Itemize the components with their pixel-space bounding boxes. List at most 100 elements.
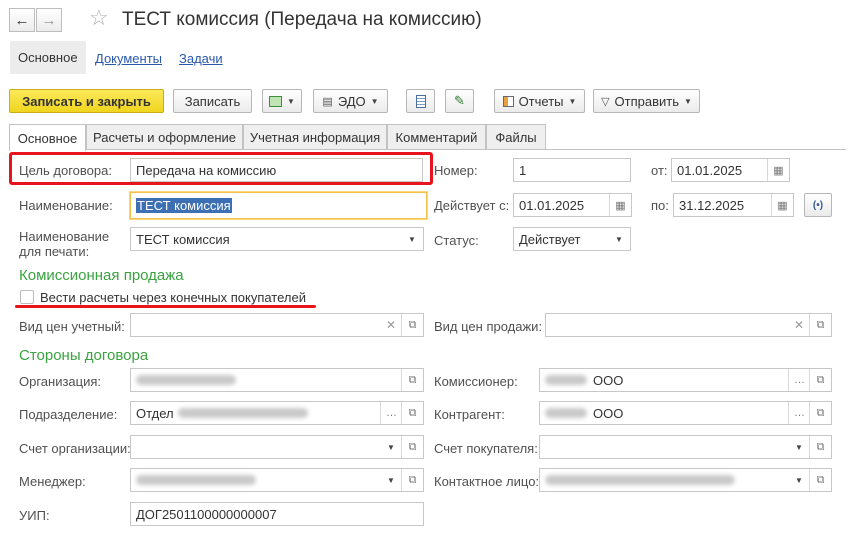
reports-icon (502, 95, 514, 107)
commissioner-field[interactable]: ООО … ⧉ (539, 368, 832, 392)
nav-tab-main[interactable]: Основное (10, 41, 86, 74)
tab-settlements[interactable]: Расчеты и оформление (86, 124, 243, 149)
buyer-account-field[interactable]: ▼ ⧉ (539, 435, 832, 459)
more-icon[interactable]: … (380, 402, 402, 424)
dropdown-icon: ▼ (568, 96, 577, 106)
org-account-label: Счет организации: (19, 441, 131, 456)
clear-icon[interactable]: ✕ (380, 314, 402, 336)
dropdown-icon[interactable]: ▼ (401, 228, 423, 250)
dropdown-icon: ▼ (684, 96, 692, 106)
organization-field[interactable]: ⧉ (130, 368, 424, 392)
print-name-value: ТЕСТ комиссия (136, 231, 230, 247)
save-button[interactable]: Записать (173, 89, 252, 113)
number-label: Номер: (434, 163, 478, 178)
dropdown-icon[interactable]: ▼ (608, 228, 630, 250)
back-button[interactable]: ← (9, 8, 35, 32)
print-name-label: Наименование для печати: (19, 229, 109, 259)
dropdown-icon[interactable]: ▼ (788, 436, 810, 458)
edo-button[interactable]: ▤ ЭДО ▼ (313, 89, 388, 113)
calendar-icon[interactable]: ▦ (609, 194, 631, 216)
open-icon[interactable]: ⧉ (401, 369, 423, 391)
end-buyers-checkbox[interactable] (20, 290, 34, 304)
dropdown-icon[interactable]: ▼ (788, 469, 810, 491)
signal-icon: (•) (812, 199, 824, 211)
status-value: Действует (519, 231, 581, 247)
from-date-value: 01.01.2025 (677, 162, 743, 178)
more-icon[interactable]: … (788, 402, 810, 424)
department-label: Подразделение: (19, 407, 118, 422)
department-value-redacted (177, 408, 308, 418)
edo-icon: ▤ (322, 95, 333, 108)
tab-main[interactable]: Основное (9, 124, 86, 151)
uip-field[interactable]: ДОГ2501100000000007 (130, 502, 424, 526)
print-list-button[interactable] (406, 89, 435, 113)
sale-price-type-label: Вид цен продажи: (434, 319, 543, 334)
open-icon[interactable]: ⧉ (809, 369, 831, 391)
valid-from-field[interactable]: 01.01.2025 ▦ (513, 193, 632, 217)
end-buyers-underline (15, 305, 316, 308)
print-name-label-line2: для печати: (19, 244, 90, 259)
sign-button[interactable]: ✎ (445, 89, 474, 113)
purpose-field[interactable]: Передача на комиссию (130, 158, 423, 182)
status-field[interactable]: Действует ▼ (513, 227, 631, 251)
calendar-icon[interactable]: ▦ (767, 159, 789, 181)
open-icon[interactable]: ⧉ (401, 314, 423, 336)
favorite-star-icon[interactable]: ☆ (89, 5, 109, 31)
valid-from-label: Действует с: (434, 198, 510, 213)
validity-status-button[interactable]: (•) (804, 193, 832, 217)
calendar-icon[interactable]: ▦ (771, 194, 793, 216)
dropdown-icon[interactable]: ▼ (380, 469, 402, 491)
forward-button[interactable]: → (36, 8, 62, 32)
dropdown-icon: ▼ (287, 96, 295, 106)
dropdown-icon[interactable]: ▼ (380, 436, 402, 458)
purpose-label: Цель договора: (19, 163, 112, 178)
counterparty-value-redacted (545, 408, 587, 418)
pen-icon: ✎ (454, 93, 465, 108)
open-icon[interactable]: ⧉ (401, 436, 423, 458)
print-name-field[interactable]: ТЕСТ комиссия ▼ (130, 227, 424, 251)
uip-value: ДОГ2501100000000007 (136, 506, 277, 522)
clear-icon[interactable]: ✕ (788, 314, 810, 336)
counterparty-field[interactable]: ООО … ⧉ (539, 401, 832, 425)
parties-section-title: Стороны договора (19, 347, 149, 364)
nav-tab-tasks[interactable]: Задачи (179, 51, 223, 66)
dropdown-icon: ▼ (370, 96, 379, 106)
nav-tab-documents[interactable]: Документы (95, 51, 162, 66)
name-field[interactable]: ТЕСТ комиссия (130, 192, 427, 219)
organization-label: Организация: (19, 374, 102, 389)
reports-button[interactable]: Отчеты ▼ (494, 89, 585, 113)
open-icon[interactable]: ⧉ (401, 402, 423, 424)
more-icon[interactable]: … (788, 369, 810, 391)
uip-label: УИП: (19, 508, 50, 523)
open-icon[interactable]: ⧉ (401, 469, 423, 491)
number-field[interactable]: 1 (513, 158, 631, 182)
commission-section-title: Комиссионная продажа (19, 267, 184, 284)
create-based-on-button[interactable]: ▼ (262, 89, 302, 113)
tab-accounting-info[interactable]: Учетная информация (243, 124, 387, 149)
open-icon[interactable]: ⧉ (809, 314, 831, 336)
manager-field[interactable]: ▼ ⧉ (130, 468, 424, 492)
number-value: 1 (519, 162, 527, 178)
back-arrow-icon: ← (14, 11, 30, 29)
create-based-on-icon (269, 95, 283, 107)
open-icon[interactable]: ⧉ (809, 469, 831, 491)
counterparty-value: ООО (593, 405, 624, 421)
contact-field[interactable]: ▼ ⧉ (539, 468, 832, 492)
end-buyers-label[interactable]: Вести расчеты через конечных покупателей (40, 290, 306, 305)
save-and-close-button[interactable]: Записать и закрыть (9, 89, 164, 113)
open-icon[interactable]: ⧉ (809, 436, 831, 458)
reports-label: Отчеты (518, 93, 564, 109)
valid-to-field[interactable]: 31.12.2025 ▦ (673, 193, 794, 217)
price-type-field[interactable]: ✕ ⧉ (130, 313, 424, 337)
department-field[interactable]: Отдел … ⧉ (130, 401, 424, 425)
window-title: ТЕСТ комиссия (Передача на комиссию) (122, 9, 482, 30)
org-account-field[interactable]: ▼ ⧉ (130, 435, 424, 459)
sale-price-type-field[interactable]: ✕ ⧉ (545, 313, 832, 337)
from-date-field[interactable]: 01.01.2025 ▦ (671, 158, 790, 182)
open-icon[interactable]: ⧉ (809, 402, 831, 424)
purpose-value: Передача на комиссию (136, 162, 277, 178)
send-button[interactable]: ▽ Отправить ▼ (593, 89, 700, 113)
send-icon: ▽ (601, 95, 610, 108)
tab-comment[interactable]: Комментарий (387, 124, 486, 149)
tab-files[interactable]: Файлы (486, 124, 546, 149)
